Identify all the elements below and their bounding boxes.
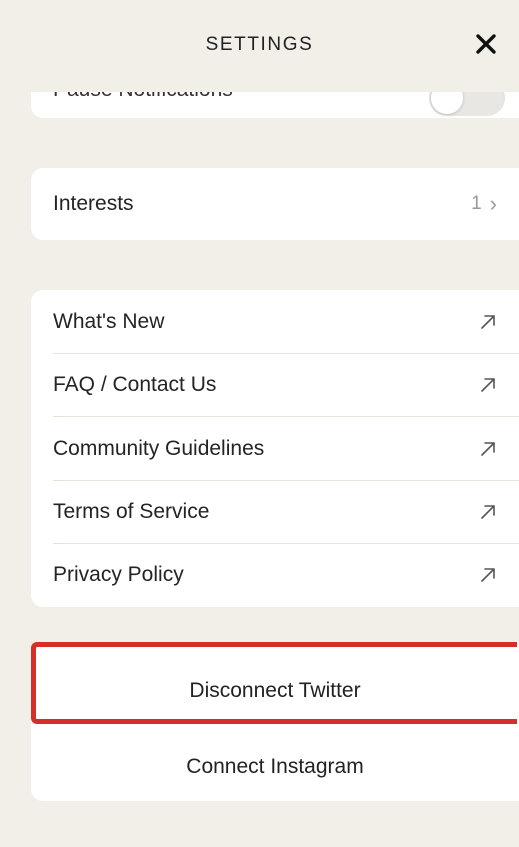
link-label-whats-new: What's New — [53, 309, 165, 333]
link-label-terms-of-service: Terms of Service — [53, 499, 210, 523]
close-icon — [476, 34, 496, 54]
link-label-community-guidelines: Community Guidelines — [53, 436, 265, 460]
interests-label: Interests — [53, 191, 134, 215]
external-link-icon — [481, 504, 495, 519]
social-accounts-card: Disconnect Twitter Connect Instagram — [31, 642, 519, 801]
interests-meta: 1 › — [471, 191, 497, 217]
connect-instagram-button[interactable]: Connect Instagram — [31, 728, 519, 801]
link-row-privacy-policy[interactable]: Privacy Policy — [31, 543, 519, 606]
link-row-terms-of-service[interactable]: Terms of Service — [31, 480, 519, 543]
link-row-faq-contact[interactable]: FAQ / Contact Us — [31, 353, 519, 416]
link-label-faq-contact: FAQ / Contact Us — [53, 372, 217, 396]
page-title: SETTINGS — [205, 34, 314, 55]
external-link-icon — [481, 377, 495, 392]
link-row-whats-new[interactable]: What's New — [31, 290, 519, 353]
link-row-community-guidelines[interactable]: Community Guidelines — [31, 417, 519, 480]
interests-card: Interests 1 › — [31, 168, 519, 240]
interests-count: 1 — [471, 192, 482, 214]
settings-scroll-view[interactable]: Pause Notifications Interests 1 › What's… — [0, 0, 519, 847]
settings-header: SETTINGS — [0, 0, 519, 92]
links-card: What's New FAQ / Contact Us Community Gu… — [31, 290, 519, 607]
disconnect-twitter-button[interactable]: Disconnect Twitter — [31, 652, 519, 729]
external-link-icon — [481, 314, 495, 329]
interests-row[interactable]: Interests 1 › — [31, 172, 519, 235]
link-label-privacy-policy: Privacy Policy — [53, 562, 184, 586]
external-link-icon — [481, 567, 495, 582]
close-button[interactable] — [469, 27, 503, 61]
chevron-right-icon: › — [489, 190, 497, 216]
external-link-icon — [481, 441, 495, 456]
